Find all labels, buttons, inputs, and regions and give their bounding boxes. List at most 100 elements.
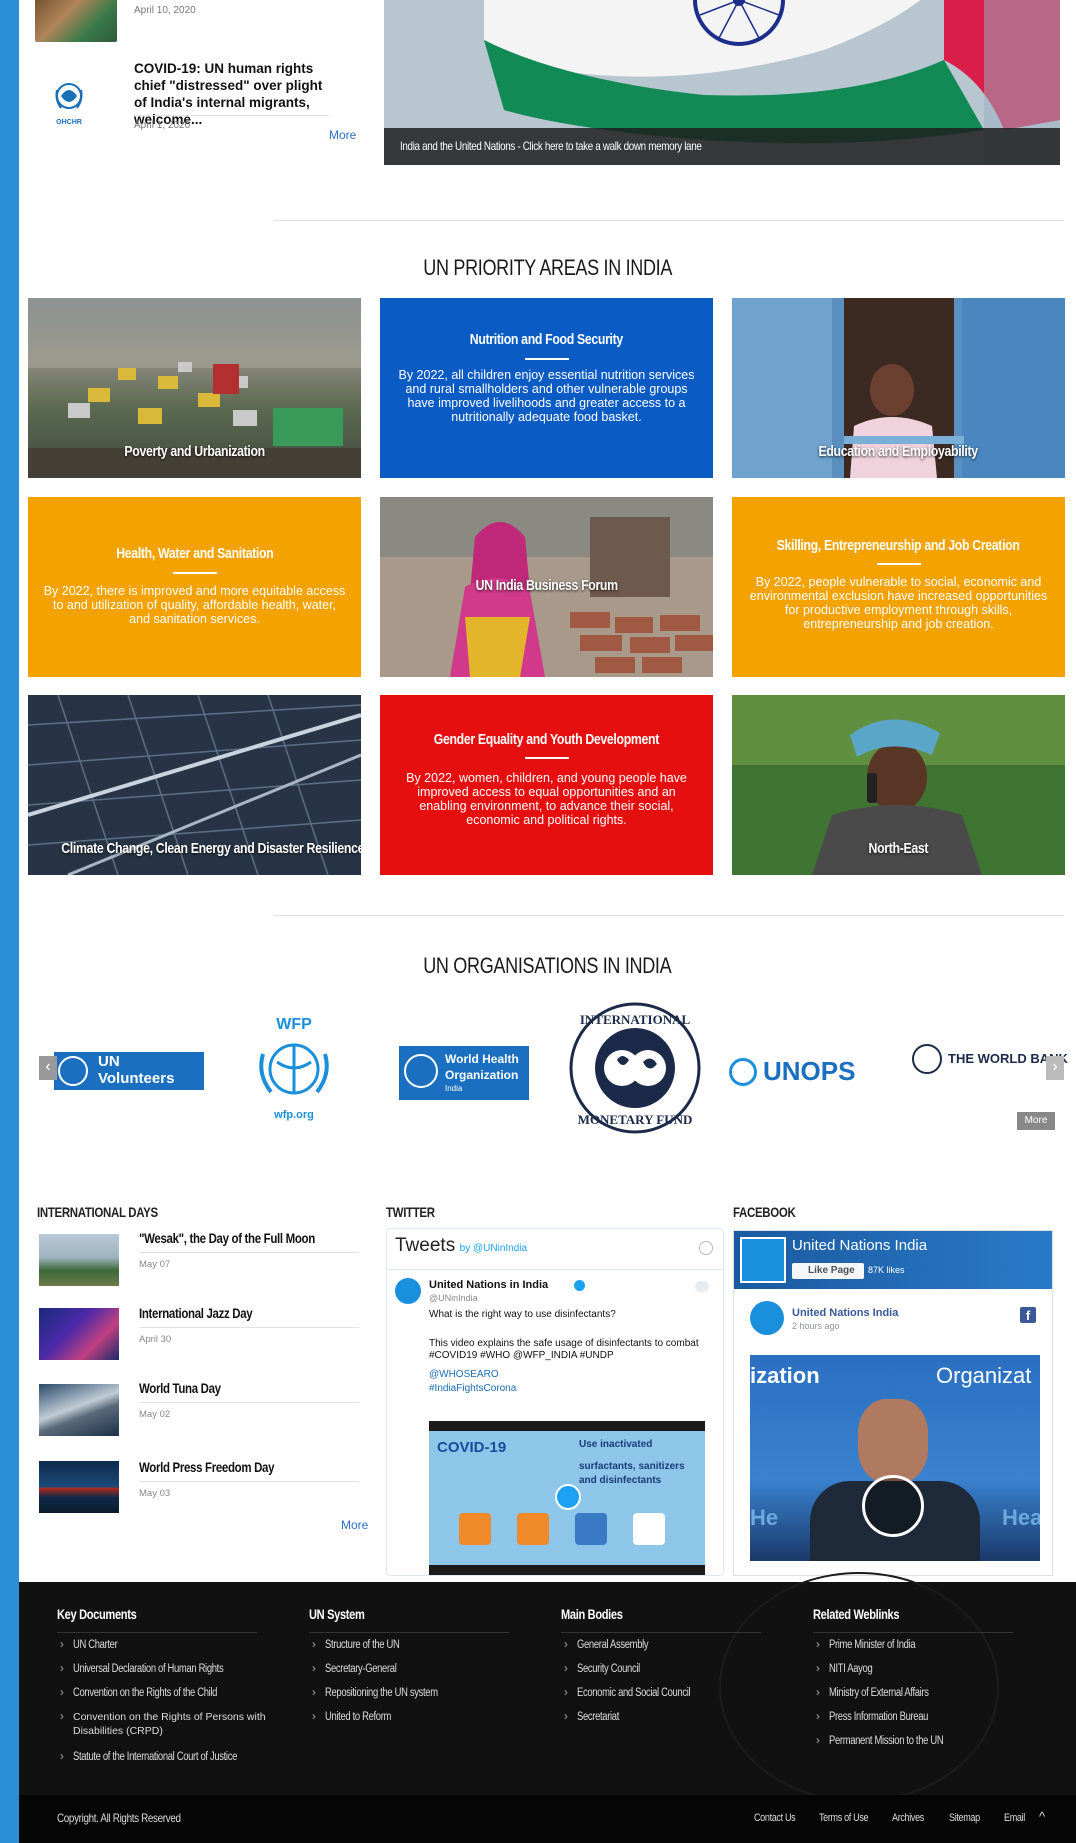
footer-link[interactable]: Repositioning the UN system: [312, 1686, 463, 1700]
tweet-text-2: This video explains the safe usage of di…: [429, 1338, 699, 1361]
fb-video-play-icon[interactable]: [862, 1475, 924, 1537]
tile-label: Climate Change, Clean Energy and Disaste…: [61, 840, 361, 857]
facebook-widget[interactable]: United Nations India Like Page 87K likes…: [733, 1230, 1053, 1576]
hero-image[interactable]: India and the United Nations - Click her…: [384, 0, 1060, 165]
footer-link[interactable]: Security Council: [564, 1662, 654, 1676]
video-text-2: surfactants, sanitizers: [579, 1461, 685, 1472]
day-thumb-press[interactable]: [39, 1461, 119, 1513]
footer-link[interactable]: NITI Aayog: [816, 1662, 882, 1676]
twitter-bird-icon[interactable]: [695, 1281, 709, 1292]
footer-link[interactable]: Structure of the UN: [312, 1638, 416, 1652]
fb-post-name[interactable]: United Nations India: [792, 1307, 898, 1319]
scroll-to-top-button[interactable]: ^: [1039, 1809, 1045, 1824]
footer-link[interactable]: Convention on the Rights of the Child: [60, 1686, 249, 1700]
footer-link[interactable]: Press Information Bureau: [816, 1710, 950, 1724]
footer-link-terms[interactable]: Terms of Use: [819, 1812, 879, 1824]
carousel-next-button[interactable]: ›: [1046, 1056, 1064, 1080]
tweet-hashtag[interactable]: #IndiaFightsCorona: [429, 1383, 516, 1394]
tile-title-underline: [173, 572, 217, 574]
tile-north-east[interactable]: North-East: [732, 695, 1065, 875]
footer-link[interactable]: United to Reform: [312, 1710, 406, 1724]
who-logo[interactable]: World Health Organization India: [399, 1046, 529, 1100]
bottle-icon: [633, 1513, 665, 1545]
tile-title: Health, Water and Sanitation: [115, 545, 274, 562]
tile-title-underline: [525, 358, 569, 360]
twitter-account-name[interactable]: United Nations in India: [429, 1279, 548, 1291]
tile-education-employability[interactable]: Education and Employability: [732, 298, 1065, 478]
unops-logo[interactable]: UNOPS: [729, 1054, 899, 1090]
fb-likes-count: 87K likes: [868, 1265, 905, 1275]
footer-link[interactable]: Universal Declaration of Human Rights: [60, 1662, 256, 1676]
fb-video-text-right: Organizat: [936, 1363, 1032, 1388]
tile-text: By 2022, there is improved and more equi…: [43, 584, 346, 626]
footer-link[interactable]: General Assembly: [564, 1638, 664, 1652]
footer-link[interactable]: Secretary-General: [312, 1662, 412, 1676]
tile-nutrition-food-security[interactable]: Nutrition and Food Security By 2022, all…: [380, 298, 713, 478]
ohchr-logo[interactable]: OHCHR: [47, 78, 91, 126]
wfp-logo[interactable]: WFP wfp.org: [249, 1016, 339, 1128]
tile-text: By 2022, women, children, and young peop…: [406, 771, 687, 827]
footer-link[interactable]: Statute of the International Court of Ju…: [60, 1750, 273, 1764]
news-more-link[interactable]: More: [329, 128, 356, 142]
tile-climate-change[interactable]: Climate Change, Clean Energy and Disaste…: [28, 695, 361, 875]
orgs-more-button[interactable]: More: [1017, 1112, 1055, 1130]
day-date: April 30: [139, 1334, 172, 1345]
tile-business-forum[interactable]: UN India Business Forum: [380, 497, 713, 677]
imf-logo[interactable]: INTERNATIONAL MONETARY FUND: [567, 1000, 703, 1136]
news-title-2[interactable]: COVID-19: UN human rights chief "distres…: [134, 60, 334, 128]
fb-page-avatar: [740, 1237, 786, 1283]
day-title[interactable]: International Jazz Day: [139, 1305, 277, 1321]
hero-caption-bar[interactable]: India and the United Nations - Click her…: [384, 128, 1060, 165]
verified-icon: [574, 1280, 585, 1291]
tile-poverty-urbanization[interactable]: Poverty and Urbanization: [28, 298, 361, 478]
fb-page-name[interactable]: United Nations India: [792, 1237, 927, 1254]
fb-like-button[interactable]: Like Page: [792, 1263, 864, 1279]
footer-link-contact[interactable]: Contact Us: [754, 1812, 804, 1824]
day-divider: [139, 1481, 359, 1482]
day-divider: [139, 1402, 359, 1403]
un-emblem-icon: [58, 1056, 88, 1086]
footer-link[interactable]: Ministry of External Affairs: [816, 1686, 951, 1700]
twitter-info-icon[interactable]: [699, 1241, 713, 1255]
fb-post-avatar[interactable]: [750, 1301, 784, 1335]
footer-link[interactable]: UN Charter: [60, 1638, 127, 1652]
twitter-avatar[interactable]: [395, 1278, 421, 1304]
footer-link-email[interactable]: Email: [1004, 1812, 1030, 1824]
news-thumb-1[interactable]: [35, 0, 117, 42]
day-title[interactable]: World Tuna Day: [139, 1380, 239, 1396]
footer-link[interactable]: Economic and Social Council: [564, 1686, 715, 1700]
carousel-prev-button[interactable]: ‹: [39, 1056, 57, 1080]
day-thumb-tuna[interactable]: [39, 1384, 119, 1436]
footer-link[interactable]: Convention on the Rights of Persons with…: [60, 1710, 273, 1738]
day-title[interactable]: World Press Freedom Day: [139, 1459, 304, 1475]
copyright-text: Copyright. All Rights Reserved: [57, 1811, 181, 1825]
unv-logo[interactable]: UN Volunteers: [54, 1052, 204, 1090]
day-thumb-jazz[interactable]: [39, 1308, 119, 1360]
wfp-url: wfp.org: [274, 1109, 314, 1121]
facebook-icon[interactable]: f: [1020, 1307, 1036, 1323]
tile-label: North-East: [868, 840, 929, 857]
footer-link-archives[interactable]: Archives: [892, 1812, 931, 1824]
who-region: India: [445, 1084, 463, 1093]
footer-link-sitemap[interactable]: Sitemap: [949, 1812, 987, 1824]
intl-days-more-link[interactable]: More: [341, 1518, 368, 1532]
fb-video-text-bottom-right: Hea: [1002, 1505, 1040, 1530]
tile-skilling-entrepreneurship[interactable]: Skilling, Entrepreneurship and Job Creat…: [732, 497, 1065, 677]
twitter-widget[interactable]: Tweets by @UNinIndia United Nations in I…: [386, 1228, 724, 1576]
spray-icon: [459, 1513, 491, 1545]
footer-link[interactable]: Permanent Mission to the UN: [816, 1734, 968, 1748]
tile-health-water-sanitation[interactable]: Health, Water and Sanitation By 2022, th…: [28, 497, 361, 677]
day-title[interactable]: "Wesak", the Day of the Full Moon: [139, 1230, 354, 1246]
video-play-icon[interactable]: [555, 1484, 581, 1510]
footer-link[interactable]: Prime Minister of India: [816, 1638, 934, 1652]
unv-name: Volunteers: [98, 1070, 175, 1087]
footer-link[interactable]: Secretariat: [564, 1710, 628, 1724]
day-thumb-wesak[interactable]: [39, 1234, 119, 1286]
tile-gender-equality[interactable]: Gender Equality and Youth Development By…: [380, 695, 713, 875]
tile-text: By 2022, people vulnerable to social, ec…: [749, 575, 1048, 631]
fb-page-header[interactable]: United Nations India Like Page 87K likes: [734, 1231, 1052, 1289]
wfp-text: WFP: [276, 1016, 312, 1033]
fb-video[interactable]: ization Organizat He Hea: [750, 1355, 1040, 1561]
tweet-video[interactable]: COVID-19 Use inactivated surfactants, sa…: [429, 1421, 705, 1575]
tweet-mention[interactable]: @WHOSEARO: [429, 1369, 499, 1380]
